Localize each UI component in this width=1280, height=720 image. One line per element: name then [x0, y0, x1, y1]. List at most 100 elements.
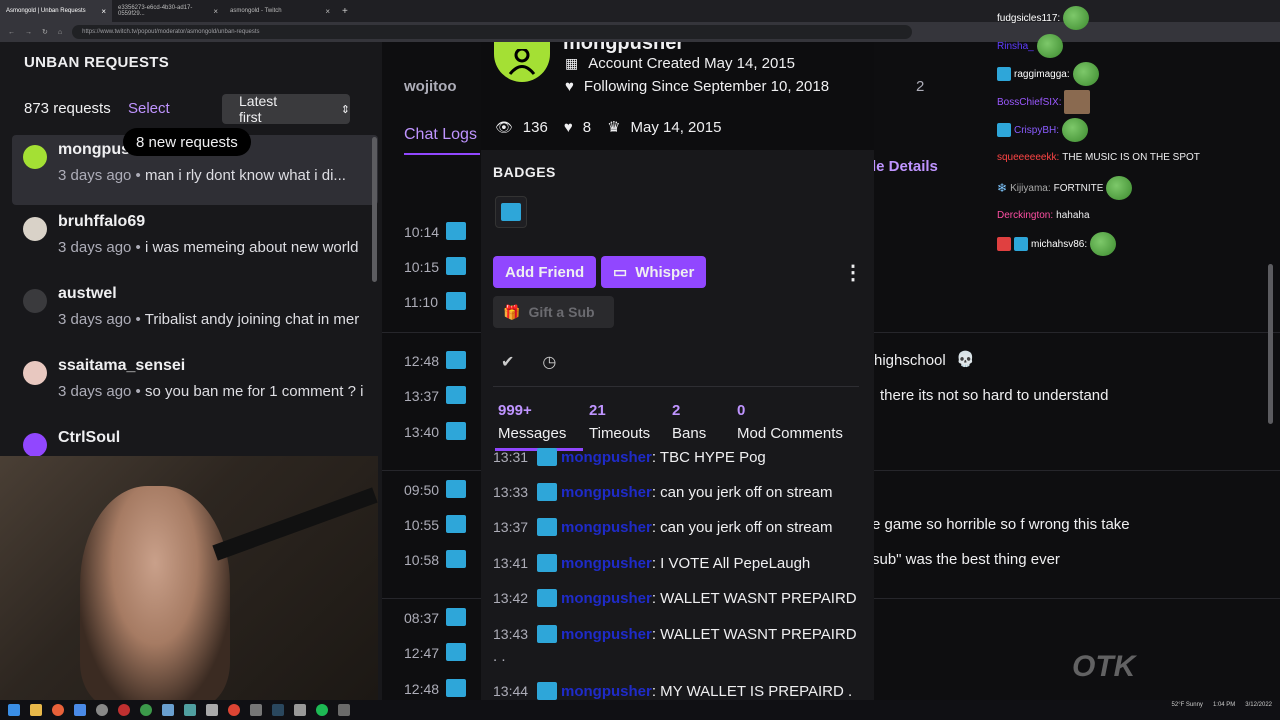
browser-tab[interactable]: Asmongold | Unban Requests × [0, 0, 112, 22]
firefox-icon[interactable] [52, 704, 64, 716]
close-icon[interactable]: × [101, 7, 106, 16]
request-username: CtrlSoul [58, 429, 121, 446]
tab-bans[interactable]: 2 Bans [672, 402, 706, 442]
stat-number: 0 [737, 402, 746, 419]
stat-number: 2 [672, 402, 681, 419]
request-message: man i rly dont know what i di... [144, 167, 346, 184]
chrome-icon[interactable] [140, 704, 152, 716]
badge-icon [446, 257, 466, 275]
tab-messages[interactable]: 999+ Messages [498, 402, 566, 442]
message-text: : TBC HYPE Pog [651, 448, 766, 466]
card-message-row: 13:33 mongpusher: can you jerk off on str… [493, 483, 833, 501]
badge-icon [446, 679, 466, 697]
log-time: 13:37 [404, 388, 440, 404]
message-username[interactable]: mongpusher [561, 683, 652, 700]
app-icon[interactable] [162, 704, 174, 716]
stat-number: 21 [589, 402, 606, 419]
checkmark-icon[interactable]: ✔ [501, 352, 514, 372]
details-link[interactable]: le Details [872, 158, 938, 175]
badge-icon [537, 682, 557, 700]
sort-dropdown[interactable]: Latest first ⇕ [222, 93, 350, 125]
tab-mod-comments[interactable]: 0 Mod Comments [737, 402, 843, 442]
clock-icon[interactable]: ◷ [542, 352, 556, 372]
chat-message: THE MUSIC IS ON THE SPOT [1062, 152, 1200, 163]
chrome-icon[interactable] [228, 704, 240, 716]
log-time: 12:48 [404, 681, 440, 697]
face-emote-icon [1064, 90, 1091, 114]
browser-tab[interactable]: e3356273-e6cd-4b30-ad17-0559f29... × [112, 0, 224, 22]
log-time: 11:10 [404, 294, 438, 310]
gift-sub-button[interactable]: 🎁 Gift a Sub [493, 296, 614, 328]
app-icon[interactable] [96, 704, 108, 716]
back-icon[interactable]: ← [8, 29, 15, 36]
message-username[interactable]: mongpusher [561, 519, 652, 536]
message-continuation: . . [493, 648, 506, 665]
add-friend-label: Add Friend [505, 263, 585, 281]
windows-start-icon[interactable] [8, 704, 20, 716]
streamer-figure [80, 486, 230, 700]
app-icon[interactable] [338, 704, 350, 716]
close-icon[interactable]: × [213, 7, 218, 16]
scrollbar[interactable] [372, 137, 377, 282]
badge-icon [446, 608, 466, 626]
account-created-text: Account Created May 14, 2015 [588, 55, 796, 72]
sort-label: Latest first [239, 93, 278, 125]
log-message: highschool [874, 352, 946, 369]
badge-icon [446, 222, 466, 240]
reload-icon[interactable]: ↻ [42, 28, 48, 36]
badge-icon [997, 123, 1011, 137]
message-username[interactable]: mongpusher [561, 449, 652, 466]
request-meta: 3 days ago • Tribalist andy joining chat… [58, 311, 360, 328]
home-icon[interactable]: ⌂ [58, 29, 62, 36]
log-time: 10:14 [404, 224, 440, 240]
url-input[interactable]: https://www.twitch.tv/popout/moderator/a… [72, 25, 913, 39]
message-username[interactable]: mongpusher [561, 590, 652, 607]
scrollbar[interactable] [1268, 264, 1273, 424]
spotify-icon[interactable] [316, 704, 328, 716]
card-message-row: 13:37 mongpusher: can you jerk off on str… [493, 518, 833, 536]
log-message: sub" was the best thing ever [872, 551, 1060, 568]
request-item[interactable]: bruhffalo69 3 days ago • i was memeing a… [12, 207, 378, 277]
badge-icon [446, 351, 466, 369]
gift-icon: 🎁 [503, 303, 521, 320]
tab-chat-logs[interactable]: Chat Logs [404, 126, 477, 144]
message-username[interactable]: mongpusher [561, 484, 652, 501]
log-time: 12:48 [404, 353, 440, 369]
new-tab-icon[interactable]: + [342, 6, 348, 17]
card-message-row: 13:41 mongpusher: I VOTE All PepeLaugh [493, 554, 810, 572]
badge-icon [537, 625, 557, 643]
more-options-icon[interactable]: ⋮ [843, 260, 863, 285]
request-item[interactable]: austwel 3 days ago • Tribalist andy join… [12, 279, 378, 349]
whisper-button[interactable]: ▭ Whisper [601, 256, 707, 288]
forward-icon[interactable]: → [25, 29, 32, 36]
browser-tab[interactable]: asmongold - Twitch × [224, 0, 336, 22]
file-explorer-icon[interactable] [30, 704, 42, 716]
message-username[interactable]: mongpusher [561, 626, 652, 643]
badges-heading: BADGES [493, 164, 556, 180]
app-icon[interactable] [294, 704, 306, 716]
app-icon[interactable] [118, 704, 130, 716]
steam-icon[interactable] [272, 704, 284, 716]
request-item[interactable]: ssaitama_sensei 3 days ago • so you ban … [12, 351, 378, 421]
avatar [23, 433, 47, 457]
app-icon[interactable] [184, 704, 196, 716]
card-username: mongpusher [563, 42, 685, 54]
following-since: ♥ Following Since September 10, 2018 [565, 78, 829, 95]
new-requests-toast[interactable]: 8 new requests [123, 128, 251, 156]
add-friend-button[interactable]: Add Friend [493, 256, 597, 288]
stat-label: Messages [498, 425, 567, 442]
badge-item[interactable] [495, 196, 527, 228]
avatar [23, 289, 47, 313]
message-username[interactable]: mongpusher [561, 555, 652, 572]
request-message: i was memeing about new world [144, 239, 359, 256]
app-icon[interactable] [250, 704, 262, 716]
request-meta: 3 days ago • i was memeing about new wor… [58, 239, 359, 256]
header-username: wojitoo [404, 78, 457, 95]
select-link[interactable]: Select [128, 100, 170, 117]
tab-timeouts[interactable]: 21 Timeouts [589, 402, 650, 442]
close-icon[interactable]: × [325, 7, 330, 16]
clock-time: 1:04 PM [1212, 702, 1236, 708]
app-icon[interactable] [206, 704, 218, 716]
created-date: May 14, 2015 [630, 118, 722, 136]
app-icon[interactable] [74, 704, 86, 716]
